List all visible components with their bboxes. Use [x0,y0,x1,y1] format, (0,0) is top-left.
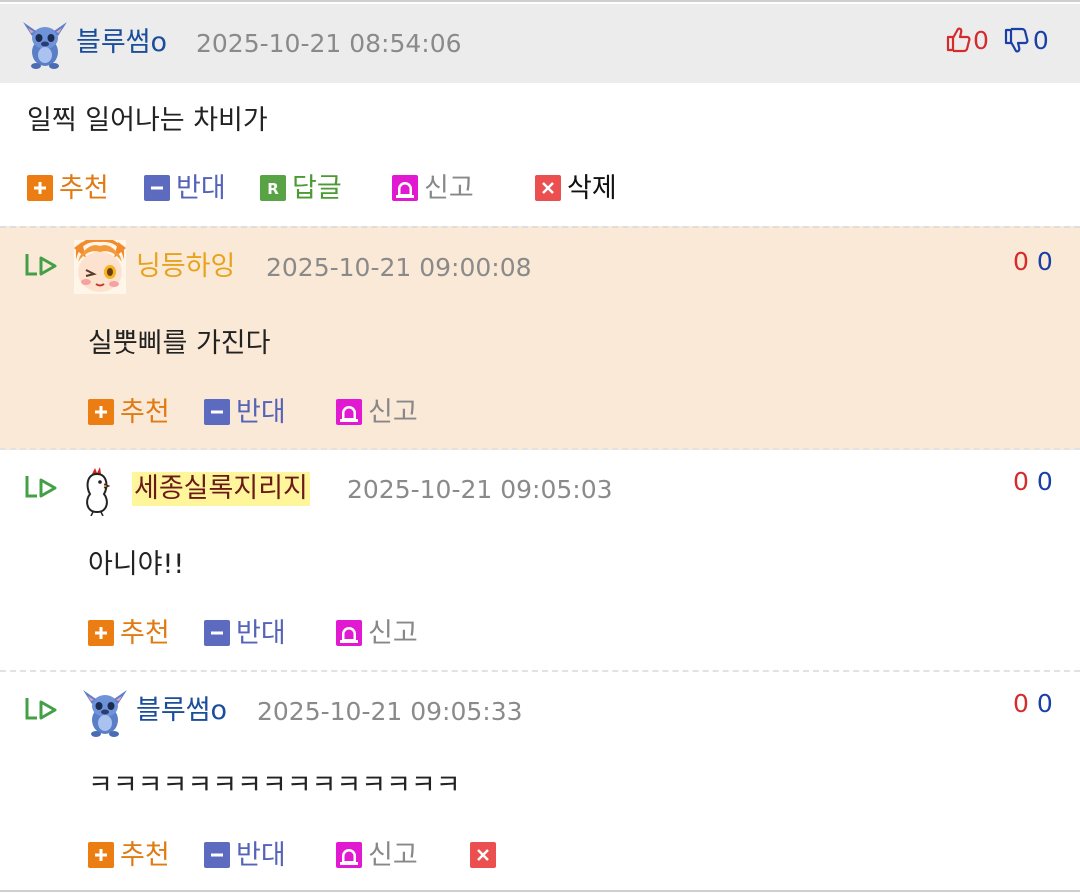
comment-actions: 추천 반대 신고 [88,617,588,651]
plus-icon [88,399,114,425]
report-button[interactable]: 신고 [336,839,418,873]
minus-icon [204,399,230,425]
comment-item: 블루썸o 2025-10-21 08:54:06 0 0 일찍 일어나는 차비가… [0,4,1080,226]
comment-text: 일찍 일어나는 차비가 [27,105,268,136]
oppose-button[interactable]: 반대 [204,839,286,873]
report-button[interactable]: 신고 [336,617,418,651]
recommend-button[interactable]: 추천 [88,396,170,430]
author-name[interactable]: 세종실록지리지 [132,472,310,506]
avatar-chick[interactable] [82,466,112,517]
close-x-icon [470,842,496,868]
comment-text: 아니야!! [88,549,185,580]
downvote-count: 0 [1036,689,1053,718]
reply-arrow-icon [25,698,57,720]
thumbs-up-icon [946,27,971,53]
minus-icon [144,175,170,201]
downvote-count: 0 [1032,26,1049,55]
recommend-button[interactable]: 추천 [88,839,170,873]
delete-button[interactable] [470,839,502,873]
comment-thread: 블루썸o 2025-10-21 08:54:06 0 0 일찍 일어나는 차비가… [0,0,1080,892]
siren-icon [336,842,362,868]
author-name[interactable]: 닝등하잉 [136,250,235,284]
reply-button[interactable]: R 답글 [260,172,342,206]
siren-icon [392,175,418,201]
recommend-button[interactable]: 추천 [88,617,170,651]
comment-actions: 추천 반대 R 답글 신고 삭제 [27,172,727,206]
plus-icon [27,175,53,201]
upvote-count: 0 [973,26,989,55]
vote-counts: 00 [1013,688,1053,720]
downvote-count: 0 [1036,247,1053,276]
oppose-button[interactable]: 반대 [144,172,226,206]
comment-item: 세종실록지리지 2025-10-21 09:05:03 00 아니야!! 추천 … [0,448,1080,670]
thumbs-down-icon [1004,27,1029,53]
comment-timestamp: 2025-10-21 09:05:33 [257,697,523,726]
comment-actions: 추천 반대 신고 [88,839,588,873]
close-x-icon [535,175,561,201]
comment-timestamp: 2025-10-21 09:00:08 [266,253,532,282]
avatar-stitch[interactable] [22,18,68,70]
minus-icon [204,620,230,646]
avatar-anime-girl[interactable] [74,237,126,294]
vote-counts: 00 [1013,466,1053,498]
reply-arrow-icon [25,254,57,276]
oppose-button[interactable]: 반대 [204,396,286,430]
comment-item: 블루썸o 2025-10-21 09:05:33 00 ㅋㅋㅋㅋㅋㅋㅋㅋㅋㅋㅋㅋ… [0,670,1080,894]
comment-timestamp: 2025-10-21 09:05:03 [347,475,613,504]
delete-button[interactable]: 삭제 [535,172,617,206]
plus-icon [88,842,114,868]
oppose-button[interactable]: 반대 [204,617,286,651]
avatar-stitch[interactable] [82,686,128,738]
report-button[interactable]: 신고 [392,172,474,206]
reply-arrow-icon [25,476,57,498]
comment-item: 닝등하잉 2025-10-21 09:00:08 00 실뿟삐를 가진다 추천 … [0,226,1080,450]
siren-icon [336,399,362,425]
comment-timestamp: 2025-10-21 08:54:06 [196,29,462,58]
upvote-count: 0 [1013,689,1029,718]
upvote-count: 0 [1013,247,1029,276]
upvote-count: 0 [1013,467,1029,496]
comment-text: 실뿟삐를 가진다 [88,328,271,359]
reply-r-icon: R [260,175,286,201]
vote-counts: 0 0 [945,25,1049,57]
recommend-button[interactable]: 추천 [27,172,109,206]
author-name[interactable]: 블루썸o [76,26,167,60]
report-button[interactable]: 신고 [336,396,418,430]
comment-text: ㅋㅋㅋㅋㅋㅋㅋㅋㅋㅋㅋㅋㅋㅋㅋ [88,770,461,801]
minus-icon [204,842,230,868]
vote-counts: 00 [1013,246,1053,278]
siren-icon [336,620,362,646]
comment-actions: 추천 반대 신고 [88,396,588,430]
author-name[interactable]: 블루썸o [136,694,227,728]
plus-icon [88,620,114,646]
downvote-count: 0 [1036,467,1053,496]
svg-text:R: R [267,180,279,198]
